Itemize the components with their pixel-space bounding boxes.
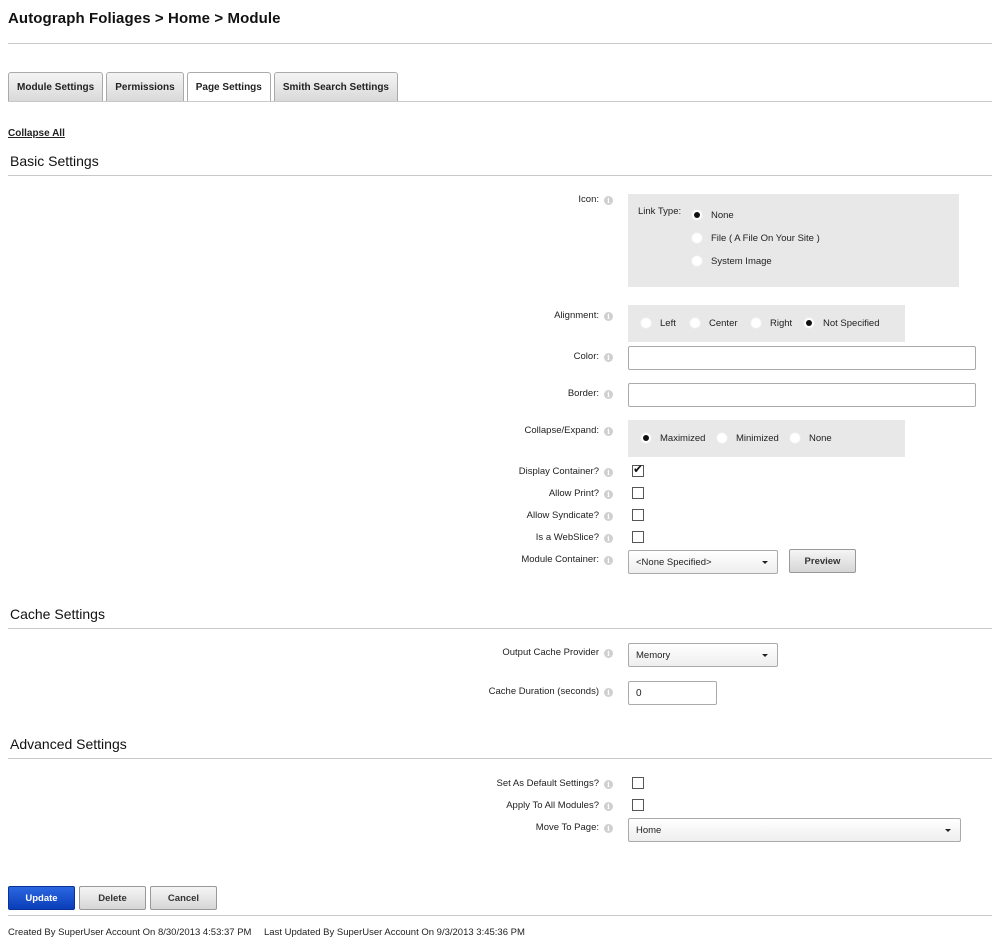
radio-icon[interactable] xyxy=(691,232,703,244)
section-title-cache[interactable]: Cache Settings xyxy=(10,606,105,622)
radio-icon[interactable] xyxy=(716,432,728,444)
cancel-button[interactable]: Cancel xyxy=(150,886,217,910)
color-input[interactable] xyxy=(628,346,976,370)
allow-syndicate-checkbox[interactable] xyxy=(632,509,644,521)
webslice-checkbox[interactable] xyxy=(632,531,644,543)
alignment-panel: Left Center Right Not Specified xyxy=(628,305,905,342)
apply-all-modules-checkbox[interactable] xyxy=(632,799,644,811)
info-icon[interactable]: i xyxy=(604,824,613,833)
icon-label: Icon: xyxy=(578,194,599,205)
tab-permissions[interactable]: Permissions xyxy=(106,72,184,101)
collapse-expand-panel: Maximized Minimized None xyxy=(628,420,905,457)
color-label: Color: xyxy=(573,351,599,362)
radio-icon[interactable] xyxy=(750,317,762,329)
module-container-select[interactable]: <None Specified> xyxy=(628,550,778,574)
radio-icon[interactable] xyxy=(689,317,701,329)
page-breadcrumb-title: Autograph Foliages > Home > Module xyxy=(8,10,281,27)
link-type-option-none[interactable]: None xyxy=(691,209,734,221)
dropdown-caret-icon xyxy=(762,654,768,657)
tab-page-settings[interactable]: Page Settings xyxy=(186,72,271,102)
info-icon[interactable]: i xyxy=(604,688,613,697)
output-cache-provider-label: Output Cache Provider xyxy=(502,647,599,658)
info-icon[interactable]: i xyxy=(604,196,613,205)
tab-smith-search-settings[interactable]: Smith Search Settings xyxy=(273,72,398,101)
link-type-label: Link Type: xyxy=(638,206,682,217)
info-icon[interactable]: i xyxy=(604,512,613,521)
update-button[interactable]: Update xyxy=(8,886,75,910)
info-icon[interactable]: i xyxy=(604,353,613,362)
border-input[interactable] xyxy=(628,383,976,407)
info-icon[interactable]: i xyxy=(604,649,613,658)
section-title-basic[interactable]: Basic Settings xyxy=(10,153,99,169)
set-default-checkbox[interactable] xyxy=(632,777,644,789)
cache-divider xyxy=(8,628,992,629)
delete-button[interactable]: Delete xyxy=(79,886,146,910)
checkmark-icon: ✔ xyxy=(633,462,644,476)
apply-all-modules-label: Apply To All Modules? xyxy=(506,800,599,811)
collapse-option-none[interactable]: None xyxy=(789,432,832,444)
move-to-page-value: Home xyxy=(636,824,662,836)
radio-icon[interactable] xyxy=(691,255,703,267)
collapse-all-link[interactable]: Collapse All xyxy=(8,128,65,139)
module-container-label: Module Container: xyxy=(521,554,599,565)
module-container-value: <None Specified> xyxy=(636,556,712,568)
alignment-option-center[interactable]: Center xyxy=(689,317,738,329)
advanced-divider xyxy=(8,758,992,759)
output-cache-provider-select[interactable]: Memory xyxy=(628,643,778,667)
last-updated-text: Last Updated By SuperUser Account On 9/3… xyxy=(264,927,525,938)
info-icon[interactable]: i xyxy=(604,468,613,477)
alignment-option-left[interactable]: Left xyxy=(640,317,676,329)
tab-module-settings[interactable]: Module Settings xyxy=(8,72,104,101)
allow-print-label: Allow Print? xyxy=(548,488,599,499)
tabs-divider xyxy=(8,101,992,102)
dropdown-caret-icon xyxy=(945,829,951,832)
collapse-option-minimized[interactable]: Minimized xyxy=(716,432,779,444)
info-icon[interactable]: i xyxy=(604,390,613,399)
move-to-page-select[interactable]: Home xyxy=(628,818,961,842)
info-icon[interactable]: i xyxy=(604,312,613,321)
info-icon[interactable]: i xyxy=(604,780,613,789)
radio-icon[interactable] xyxy=(789,432,801,444)
radio-icon[interactable] xyxy=(691,209,703,221)
basic-divider xyxy=(8,175,992,176)
info-icon[interactable]: i xyxy=(604,534,613,543)
allow-syndicate-label: Allow Syndicate? xyxy=(526,510,599,521)
info-icon[interactable]: i xyxy=(604,802,613,811)
set-default-label: Set As Default Settings? xyxy=(496,778,599,789)
info-icon[interactable]: i xyxy=(604,490,613,499)
cache-duration-input[interactable]: 0 xyxy=(628,681,717,705)
radio-icon[interactable] xyxy=(640,432,652,444)
header-divider xyxy=(8,43,992,44)
preview-button[interactable]: Preview xyxy=(789,549,856,573)
collapse-expand-label: Collapse/Expand: xyxy=(524,425,599,436)
settings-tabs: Module Settings Permissions Page Setting… xyxy=(8,72,398,102)
alignment-option-right[interactable]: Right xyxy=(750,317,792,329)
webslice-label: Is a WebSlice? xyxy=(535,532,599,543)
section-title-advanced[interactable]: Advanced Settings xyxy=(10,736,127,752)
collapse-option-maximized[interactable]: Maximized xyxy=(640,432,705,444)
info-icon[interactable]: i xyxy=(604,556,613,565)
alignment-option-not-specified[interactable]: Not Specified xyxy=(803,317,880,329)
info-icon[interactable]: i xyxy=(604,427,613,436)
dropdown-caret-icon xyxy=(762,561,768,564)
move-to-page-label: Move To Page: xyxy=(535,822,599,833)
allow-print-checkbox[interactable] xyxy=(632,487,644,499)
link-type-option-file[interactable]: File ( A File On Your Site ) xyxy=(691,232,820,244)
footer-divider xyxy=(8,915,992,916)
icon-link-type-panel: Link Type: None File ( A File On Your Si… xyxy=(628,194,959,287)
display-container-checkbox[interactable]: ✔ xyxy=(632,462,644,477)
output-cache-provider-value: Memory xyxy=(636,649,671,661)
link-type-option-system-image[interactable]: System Image xyxy=(691,255,772,267)
radio-icon[interactable] xyxy=(640,317,652,329)
display-container-label: Display Container? xyxy=(518,466,599,477)
border-label: Border: xyxy=(567,388,599,399)
created-by-text: Created By SuperUser Account On 8/30/201… xyxy=(8,927,252,938)
cache-duration-label: Cache Duration (seconds) xyxy=(488,686,599,697)
radio-icon[interactable] xyxy=(803,317,815,329)
alignment-label: Alignment: xyxy=(554,310,599,321)
